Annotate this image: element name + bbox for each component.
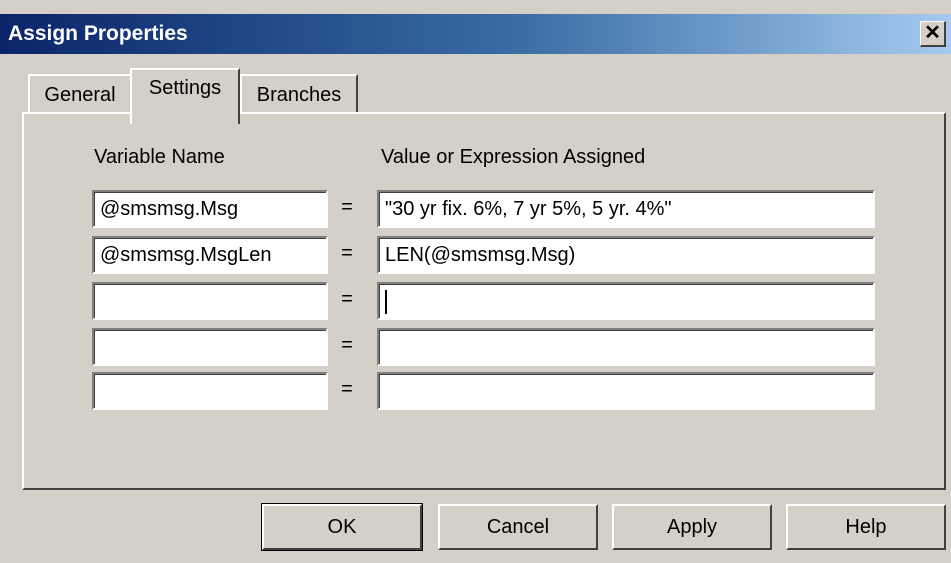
tab-settings[interactable]: Settings <box>130 68 240 124</box>
apply-button[interactable]: Apply <box>612 504 772 550</box>
equals-sign-4: = <box>341 334 353 356</box>
variable-name-field-2[interactable]: @smsmsg.MsgLen <box>92 236 328 274</box>
variable-name-header: Variable Name <box>94 146 225 168</box>
value-field-4[interactable] <box>377 328 875 366</box>
help-button[interactable]: Help <box>786 504 946 550</box>
equals-sign-2: = <box>341 242 353 264</box>
close-button[interactable]: ✕ <box>920 21 946 47</box>
close-icon: ✕ <box>924 22 941 44</box>
tab-settings-label: Settings <box>148 77 222 99</box>
window-title: Assign Properties <box>8 22 188 45</box>
value-field-1[interactable]: "30 yr fix. 6%, 7 yr 5%, 5 yr. 4%" <box>377 190 875 228</box>
tab-general[interactable]: General <box>28 74 132 114</box>
variable-name-field-3[interactable] <box>92 282 328 320</box>
tab-branches[interactable]: Branches <box>240 74 358 114</box>
ok-button[interactable]: OK <box>261 503 423 551</box>
equals-sign-3: = <box>341 288 353 310</box>
equals-sign-1: = <box>341 196 353 218</box>
equals-sign-5: = <box>341 378 353 400</box>
value-field-3[interactable] <box>377 282 875 320</box>
value-field-5[interactable] <box>377 372 875 410</box>
title-bar: Assign Properties <box>0 14 951 54</box>
value-expression-header: Value or Expression Assigned <box>381 146 646 168</box>
tab-general-label: General <box>44 84 116 106</box>
cancel-button[interactable]: Cancel <box>438 504 598 550</box>
assign-properties-dialog: Assign Properties ✕ General Branches Set… <box>0 0 951 563</box>
tab-branches-label: Branches <box>256 84 342 106</box>
variable-name-field-5[interactable] <box>92 372 328 410</box>
variable-name-field-1[interactable]: @smsmsg.Msg <box>92 190 328 228</box>
variable-name-field-4[interactable] <box>92 328 328 366</box>
value-field-2[interactable]: LEN(@smsmsg.Msg) <box>377 236 875 274</box>
text-caret <box>385 289 387 314</box>
